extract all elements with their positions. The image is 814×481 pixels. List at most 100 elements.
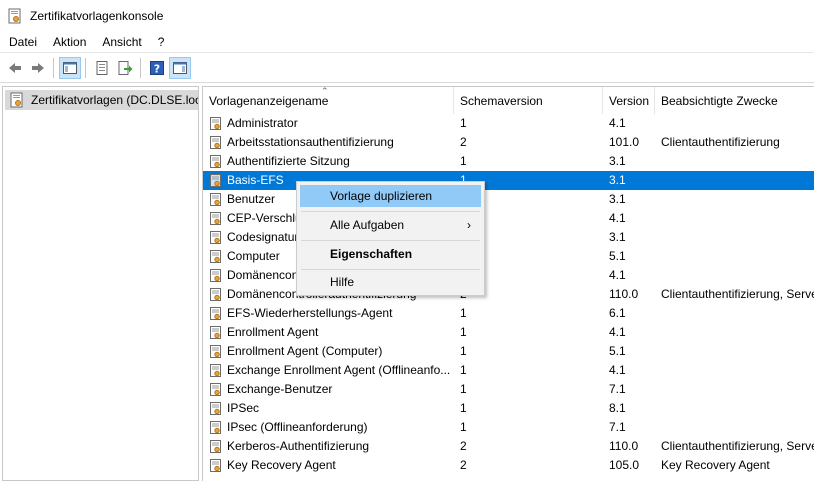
column-header-purpose[interactable]: Beabsichtigte Zwecke [655,87,814,114]
cell-version: 4.1 [609,325,626,339]
toolbar-separator [53,58,54,78]
cell-template-name: Kerberos-Authentifizierung [203,437,454,456]
menu-ansicht[interactable]: Ansicht [94,32,149,52]
table-row[interactable]: Exchange-Benutzer 1 7.1 [203,380,814,399]
table-row[interactable]: Authentifizierte Sitzung 1 3.1 [203,152,814,171]
cell-template-name: EFS-Wiederherstellungs-Agent [203,304,454,323]
context-menu: Vorlage duplizieren Alle Aufgaben › Eige… [296,181,485,296]
help-button[interactable]: ? [146,57,168,79]
help-icon: ? [150,61,164,76]
table-row[interactable]: CEP-Verschlüsselung14.1 [203,209,814,228]
column-header-label: Beabsichtigte Zwecke [661,94,778,108]
table-row[interactable]: Key Recovery Agent 2 105.0 Key Recovery Age… [203,456,814,475]
cell-version: 7.1 [609,420,626,434]
cell-template-name: Key Recovery Agent [203,456,454,475]
cell-intended-purposes [655,323,814,342]
template-name: Enrollment Agent [227,325,319,339]
table-row[interactable]: IPsec (Offlineanforderung) 1 7.1 [203,418,814,437]
cell-version: 6.1 [609,306,626,320]
certificate-template-icon [210,401,221,415]
menu-aktion[interactable]: Aktion [45,32,94,52]
table-row[interactable]: Benutzer13.1 [203,190,814,209]
context-menu-duplicate-template[interactable]: Vorlage duplizieren [300,185,481,207]
cell-version: 5.1 [609,344,626,358]
column-header-schema[interactable]: Schemaversion [454,87,603,114]
context-menu-all-tasks[interactable]: Alle Aufgaben › [300,214,481,236]
context-menu-help[interactable]: Hilfe [300,271,481,293]
table-row[interactable]: Domänencontroller14.1 [203,266,814,285]
console-tree-icon [63,62,77,74]
template-name: Codesignatur [227,230,299,244]
cell-intended-purposes [655,380,814,399]
certificate-template-icon [210,325,221,339]
tree-item-zertifikatvorlagen[interactable]: Zertifikatvorlagen (DC.DLSE.local) [5,90,198,110]
menu-help[interactable]: ? [150,32,173,52]
cell-intended-purposes [655,304,814,323]
cell-intended-purposes [655,247,814,266]
cell-schema-version: 1 [460,363,467,377]
toolbar-separator [140,58,141,78]
properties-button[interactable] [91,57,113,79]
show-console-tree-button[interactable] [59,57,81,79]
cell-intended-purposes: Key Recovery Agent [661,458,770,472]
cell-version: 3.1 [609,154,626,168]
cell-schema-version: 2 [460,458,467,472]
cell-version: 105.0 [609,458,640,472]
cell-version: 110.0 [609,287,639,301]
console-tree-pane: Zertifikatvorlagen (DC.DLSE.local) [2,86,199,481]
table-row[interactable]: Kerberos-Authentifizierung 2 110.0 Clientau… [203,437,814,456]
context-menu-properties[interactable]: Eigenschaften [300,243,481,265]
certificate-template-icon [210,211,221,225]
template-name: Basis-EFS [227,173,284,187]
cell-template-name: Authentifizierte Sitzung [203,152,454,171]
cell-version: 4.1 [609,116,626,130]
certificate-template-icon [210,268,221,282]
table-row[interactable]: Enrollment Agent (Computer) 1 5.1 [203,342,814,361]
table-row[interactable]: Computer15.1 [203,247,814,266]
cell-intended-purposes [655,114,814,133]
context-menu-item-label: Vorlage duplizieren [330,189,433,203]
table-row[interactable]: Basis-EFS 1 3.1 [203,171,814,190]
table-row[interactable]: Codesignatur13.1 [203,228,814,247]
cell-version: 4.1 [609,268,626,282]
tree-item-label: Zertifikatvorlagen (DC.DLSE.local) [31,93,198,107]
column-header-label: Schemaversion [460,94,543,108]
column-header-version[interactable]: Version [603,87,655,114]
table-row[interactable]: Administrator 1 4.1 [203,114,814,133]
table-row[interactable]: IPSec 1 8.1 [203,399,814,418]
cell-schema-version: 1 [460,154,467,168]
cell-version: 8.1 [609,401,626,415]
table-row[interactable]: Domänencontrollerauthentifizierung2110.0… [203,285,814,304]
table-row[interactable]: Arbeitsstationsauthentifizierung 2 101.0 Cl… [203,133,814,152]
action-pane-icon [173,62,187,74]
properties-icon [96,61,108,75]
table-row[interactable]: EFS-Wiederherstellungs-Agent 1 6.1 [203,304,814,323]
certificate-templates-icon [10,92,23,108]
menu-datei[interactable]: Datei [0,32,45,52]
cell-intended-purposes [655,190,814,209]
cell-version: 3.1 [609,173,626,187]
certificate-template-icon [210,287,221,301]
cell-schema-version: 1 [460,325,467,339]
template-list-pane: ⌃ Vorlagenanzeigename Schemaversion Vers… [202,86,814,481]
cell-version: 3.1 [609,192,626,206]
forward-button[interactable] [27,57,49,79]
cell-version: 101.0 [609,135,640,149]
show-action-pane-button[interactable] [169,57,191,79]
certificate-template-icon [210,116,221,130]
table-row[interactable]: Exchange Enrollment Agent (Offlineanfo..… [203,361,814,380]
back-button[interactable] [4,57,26,79]
cell-schema-version: 1 [460,401,467,415]
cell-schema-version: 2 [460,439,467,453]
column-header-name[interactable]: ⌃ Vorlagenanzeigename [203,87,454,114]
cell-version: 3.1 [609,230,626,244]
table-row[interactable]: Enrollment Agent 1 4.1 [203,323,814,342]
cell-template-name: Exchange-Benutzer [203,380,454,399]
cell-intended-purposes [655,342,814,361]
back-icon [9,63,21,73]
export-list-button[interactable] [114,57,136,79]
cell-intended-purposes [655,171,814,190]
template-name: Administrator [227,116,298,130]
cell-intended-purposes [655,418,814,437]
context-menu-item-label: Hilfe [330,275,355,289]
